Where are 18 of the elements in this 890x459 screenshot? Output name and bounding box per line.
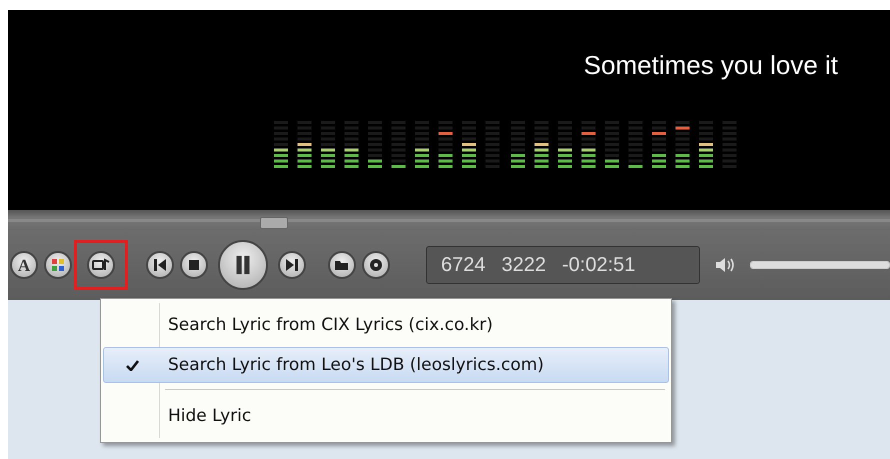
- open-button[interactable]: [328, 251, 356, 279]
- display-reading: 3222: [502, 254, 546, 276]
- lyric-line: Sometimes you love it: [582, 50, 838, 81]
- display-reading: 6724: [441, 254, 486, 276]
- menu-item[interactable]: Search Lyric from Leo's LDB (leoslyrics.com): [103, 347, 669, 383]
- seek-slider-thumb[interactable]: [260, 217, 288, 229]
- next-button[interactable]: [278, 251, 306, 279]
- colors-button[interactable]: [44, 251, 72, 279]
- speaker-icon[interactable]: [714, 256, 736, 274]
- stop-button[interactable]: [180, 251, 208, 279]
- previous-button[interactable]: [146, 251, 174, 279]
- menu-item[interactable]: Hide Lyric: [103, 394, 669, 438]
- lyric-button[interactable]: [87, 251, 115, 279]
- display-reading: -0:02:51: [562, 254, 636, 276]
- menu-item[interactable]: Search Lyric from CIX Lyrics (cix.co.kr): [103, 303, 669, 347]
- font-button[interactable]: A: [10, 251, 38, 279]
- eject-button[interactable]: [362, 251, 390, 279]
- pause-button[interactable]: [218, 240, 268, 290]
